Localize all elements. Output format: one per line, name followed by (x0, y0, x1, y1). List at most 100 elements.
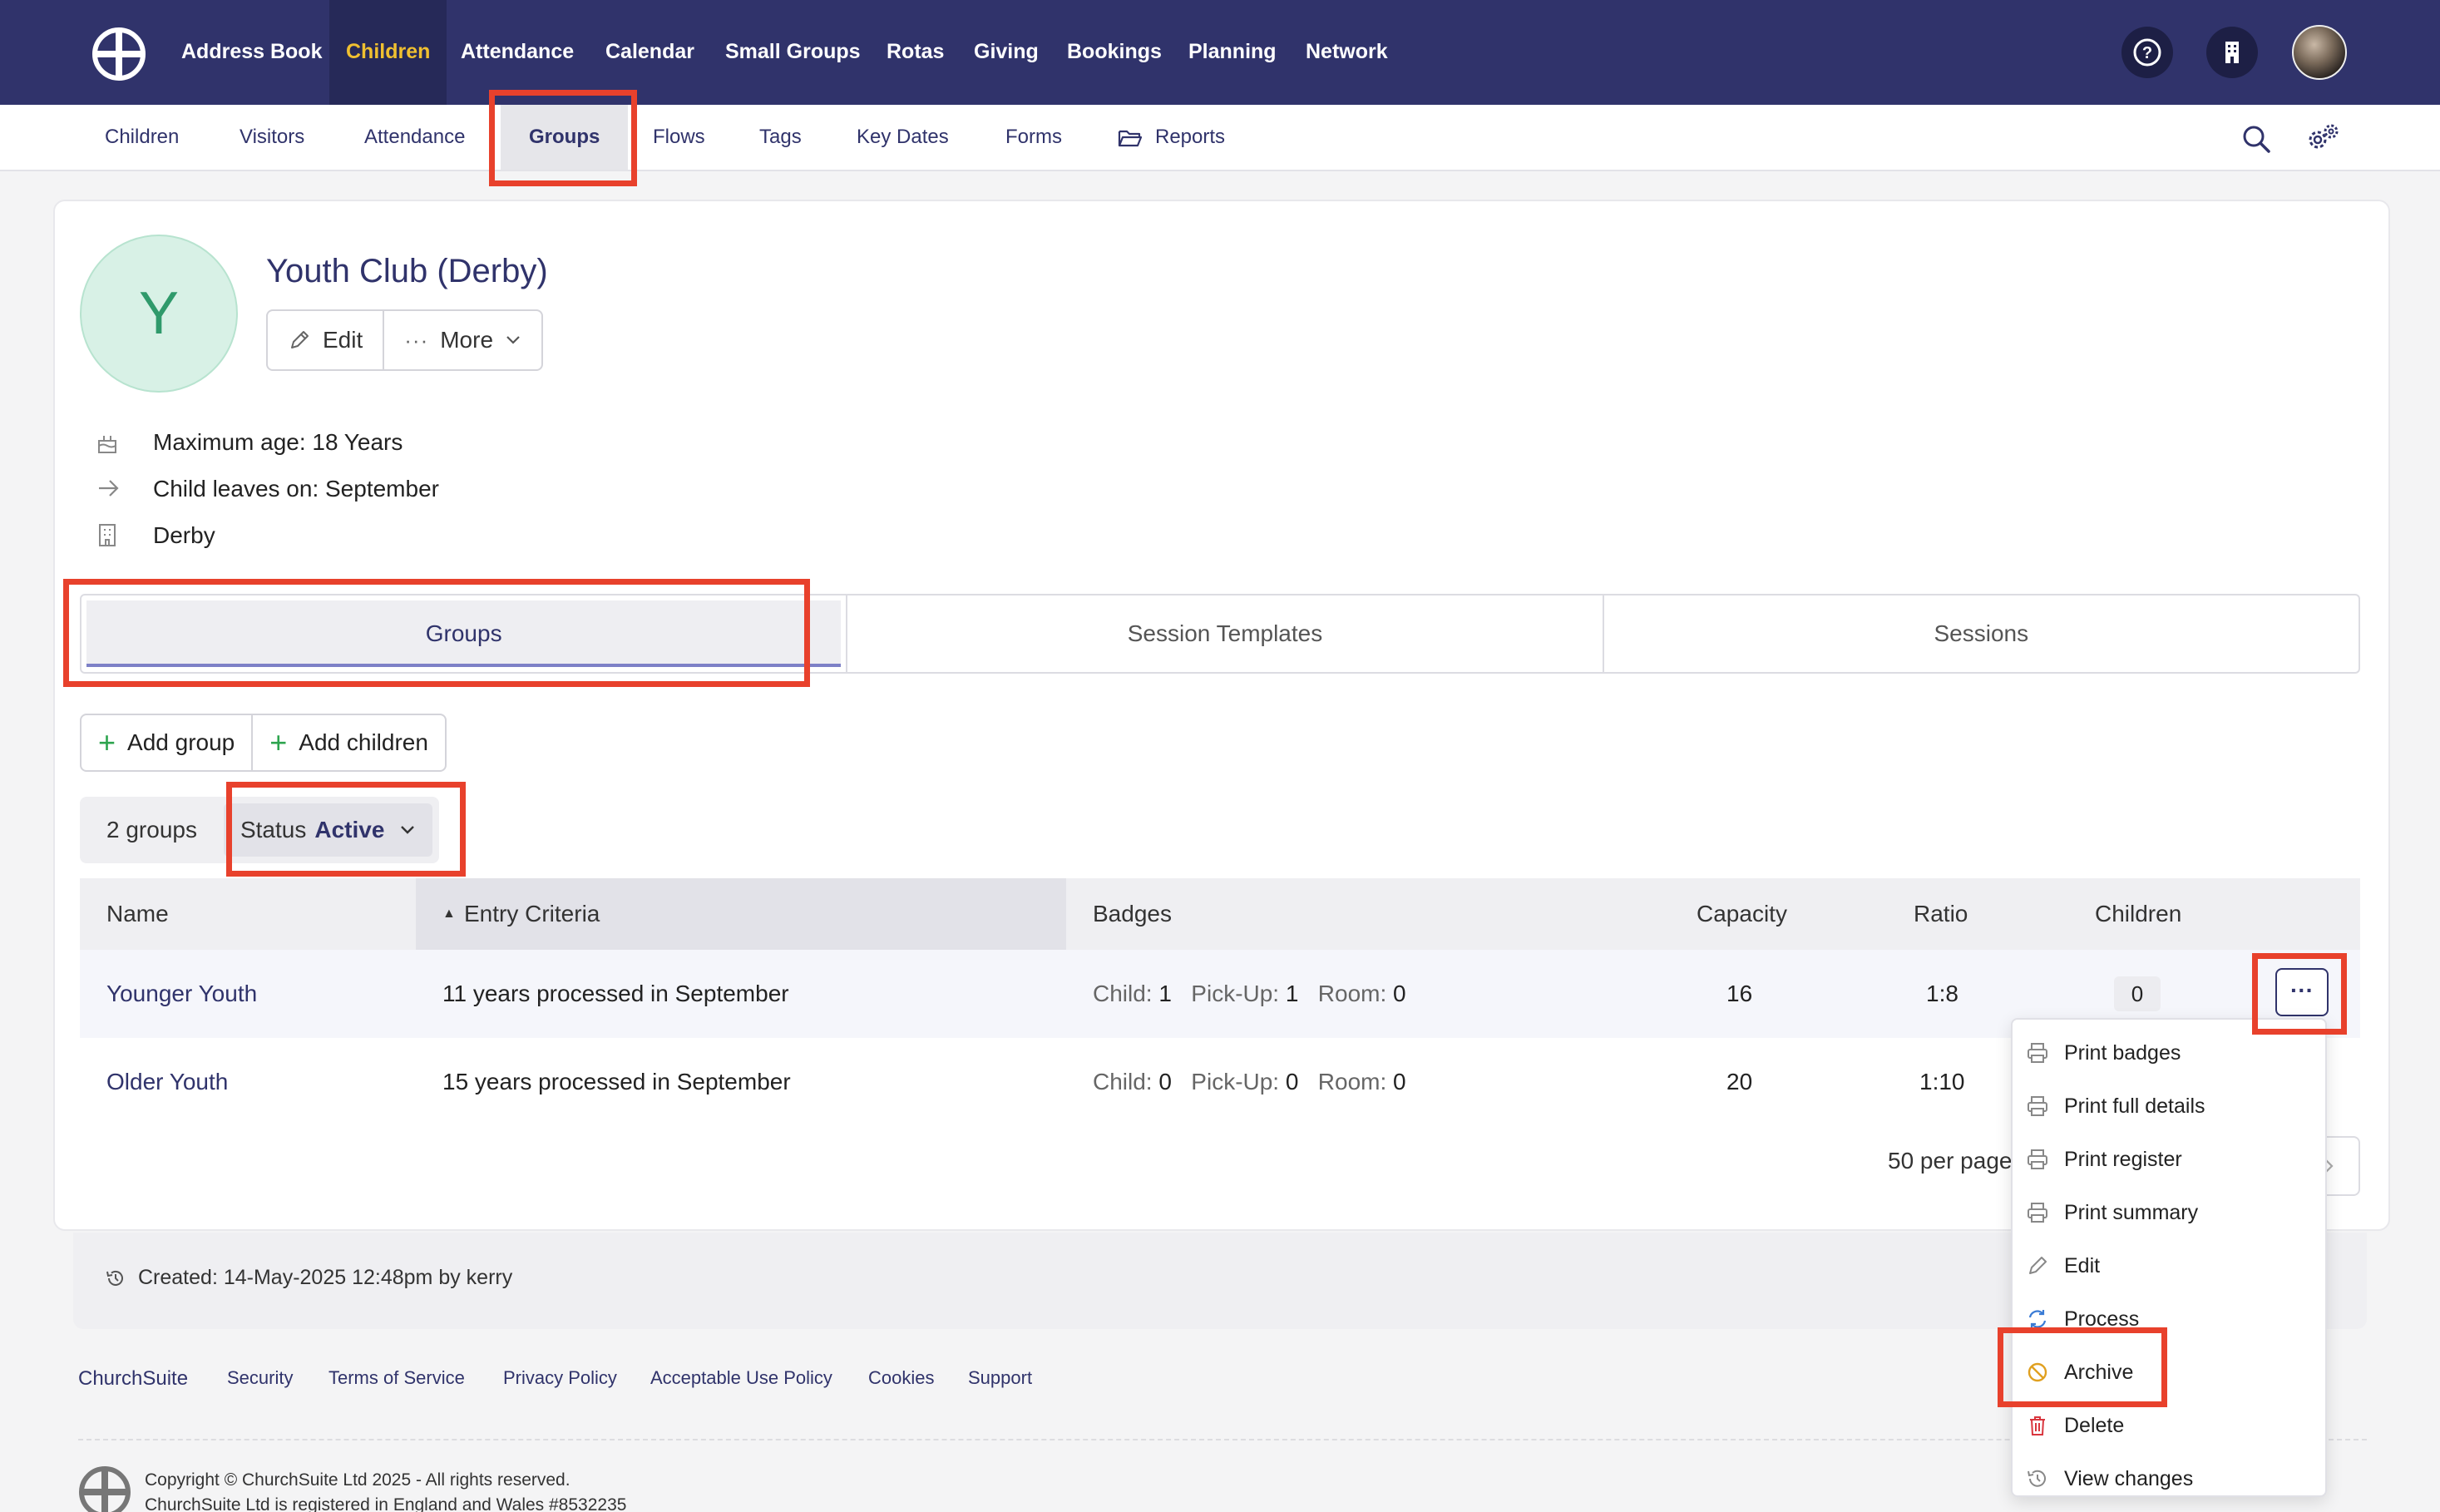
nav-network[interactable]: Network (1306, 0, 1388, 105)
search-icon[interactable] (2240, 123, 2272, 155)
history-icon (2028, 1470, 2046, 1487)
column-capacity[interactable]: Capacity (1697, 878, 1787, 950)
menu-print-summary[interactable]: Print summary (2013, 1186, 2325, 1239)
column-badges[interactable]: Badges (1093, 878, 1172, 950)
subnav-tags[interactable]: Tags (759, 105, 802, 170)
subnav-attendance[interactable]: Attendance (364, 105, 465, 170)
settings-gears-icon[interactable] (2305, 121, 2342, 155)
birthday-cake-icon (98, 436, 116, 453)
page-title: Youth Club (Derby) (266, 253, 548, 289)
help-icon: ? (2133, 38, 2161, 67)
footer-privacy-link[interactable]: Privacy Policy (503, 1367, 617, 1389)
highlight-status-filter (226, 782, 466, 877)
history-icon (106, 1270, 123, 1286)
column-entry-criteria[interactable]: ▲ Entry Criteria (416, 878, 1066, 950)
nav-bookings[interactable]: Bookings (1067, 0, 1162, 105)
printer-icon (2028, 1149, 2047, 1169)
highlight-row-actions (2252, 953, 2347, 1035)
subnav-children[interactable]: Children (105, 105, 179, 170)
tab-session-templates[interactable]: Session Templates (846, 595, 1602, 672)
folder-open-icon (1118, 130, 1143, 147)
column-children[interactable]: Children (2095, 878, 2181, 950)
add-group-label: Add group (127, 729, 235, 755)
nav-address-book[interactable]: Address Book (181, 0, 322, 105)
subnav-key-dates[interactable]: Key Dates (857, 105, 949, 170)
tab-sessions[interactable]: Sessions (1602, 595, 2359, 672)
column-name[interactable]: Name (106, 878, 169, 950)
footer-churchsuite-link[interactable]: ChurchSuite (78, 1367, 188, 1391)
building-icon (2225, 42, 2239, 63)
group-name-link[interactable]: Younger Youth (106, 950, 257, 1038)
badges: Child: 0 Pick-Up: 0 Room: 0 (1093, 1069, 1406, 1094)
per-page-select[interactable]: 50 per page (1888, 1148, 2012, 1174)
add-children-label: Add children (299, 729, 428, 755)
highlight-groups-tab (63, 579, 810, 687)
user-avatar[interactable] (2292, 25, 2347, 80)
add-group-button[interactable]: + Add group (81, 715, 251, 770)
site-text: Derby (153, 522, 215, 548)
add-children-button[interactable]: + Add children (251, 715, 445, 770)
printer-icon (2028, 1203, 2047, 1223)
table-header: Name ▲ Entry Criteria Badges Capacity Ra… (80, 878, 2360, 950)
menu-view-changes[interactable]: View changes (2013, 1452, 2325, 1505)
pencil-icon (291, 331, 309, 348)
copyright-text: Copyright © ChurchSuite Ltd 2025 - All r… (145, 1470, 570, 1490)
group-name-link[interactable]: Older Youth (106, 1038, 228, 1126)
churchsuite-logo-icon[interactable] (91, 27, 146, 82)
more-label: More (440, 327, 494, 353)
group-count: 2 groups (106, 817, 197, 842)
add-actions: + Add group + Add children (80, 714, 447, 772)
menu-edit[interactable]: Edit (2013, 1239, 2325, 1292)
trash-icon (2030, 1416, 2045, 1435)
help-button[interactable]: ? (2121, 27, 2173, 78)
nav-rotas[interactable]: Rotas (887, 0, 944, 105)
sub-navigation: Children Visitors Attendance Groups Flow… (0, 105, 2440, 171)
footer-cookies-link[interactable]: Cookies (868, 1367, 934, 1389)
menu-print-register[interactable]: Print register (2013, 1133, 2325, 1186)
capacity: 16 (1726, 981, 1753, 1006)
plus-icon: + (269, 725, 288, 759)
badges: Child: 1 Pick-Up: 1 Room: 0 (1093, 981, 1406, 1006)
ratio: 1:8 (1926, 981, 1958, 1006)
entry-criteria: 15 years processed in September (442, 1069, 791, 1094)
sites-button[interactable] (2206, 27, 2258, 78)
svg-text:?: ? (2142, 44, 2152, 62)
entry-criteria: 11 years processed in September (442, 981, 789, 1006)
footer-aup-link[interactable]: Acceptable Use Policy (650, 1367, 832, 1389)
subnav-reports[interactable]: Reports (1155, 105, 1225, 170)
nav-children[interactable]: Children (329, 0, 447, 105)
subnav-forms[interactable]: Forms (1005, 105, 1062, 170)
highlight-groups-subnav (489, 90, 637, 186)
column-entry-criteria-label: Entry Criteria (464, 901, 600, 926)
churchsuite-logo-icon (79, 1466, 131, 1512)
subnav-visitors[interactable]: Visitors (240, 105, 304, 170)
nav-giving[interactable]: Giving (974, 0, 1039, 105)
nav-planning[interactable]: Planning (1188, 0, 1277, 105)
subnav-flows[interactable]: Flows (653, 105, 705, 170)
children-count[interactable]: 0 (2114, 976, 2161, 1011)
ellipsis-icon: ··· (404, 328, 429, 353)
group-avatar: Y (80, 235, 238, 393)
top-navigation: Address Book Children Attendance Calenda… (0, 0, 2440, 105)
max-age-text: Maximum age: 18 Years (153, 429, 403, 455)
footer-support-link[interactable]: Support (968, 1367, 1032, 1389)
created-text: Created: 14-May-2025 12:48pm by kerry (138, 1266, 513, 1289)
pencil-icon (2029, 1257, 2047, 1274)
printer-icon (2028, 1096, 2047, 1116)
more-button[interactable]: ··· More (383, 311, 541, 369)
chevron-down-icon (506, 336, 520, 344)
plus-icon: + (98, 725, 116, 759)
row-actions-menu: Print badges Print full details Print re… (2011, 1018, 2327, 1497)
menu-print-full-details[interactable]: Print full details (2013, 1080, 2325, 1133)
footer-security-link[interactable]: Security (227, 1367, 293, 1389)
group-actions: Edit ··· More (266, 309, 544, 371)
edit-label: Edit (323, 327, 363, 353)
leaves-on-text: Child leaves on: September (153, 476, 439, 502)
ratio: 1:10 (1919, 1069, 1965, 1094)
column-ratio[interactable]: Ratio (1914, 878, 1968, 950)
edit-button[interactable]: Edit (268, 311, 383, 369)
footer-terms-link[interactable]: Terms of Service (328, 1367, 465, 1389)
nav-small-groups[interactable]: Small Groups (725, 0, 861, 105)
printer-icon (2028, 1043, 2047, 1063)
arrow-right-icon (99, 480, 119, 497)
